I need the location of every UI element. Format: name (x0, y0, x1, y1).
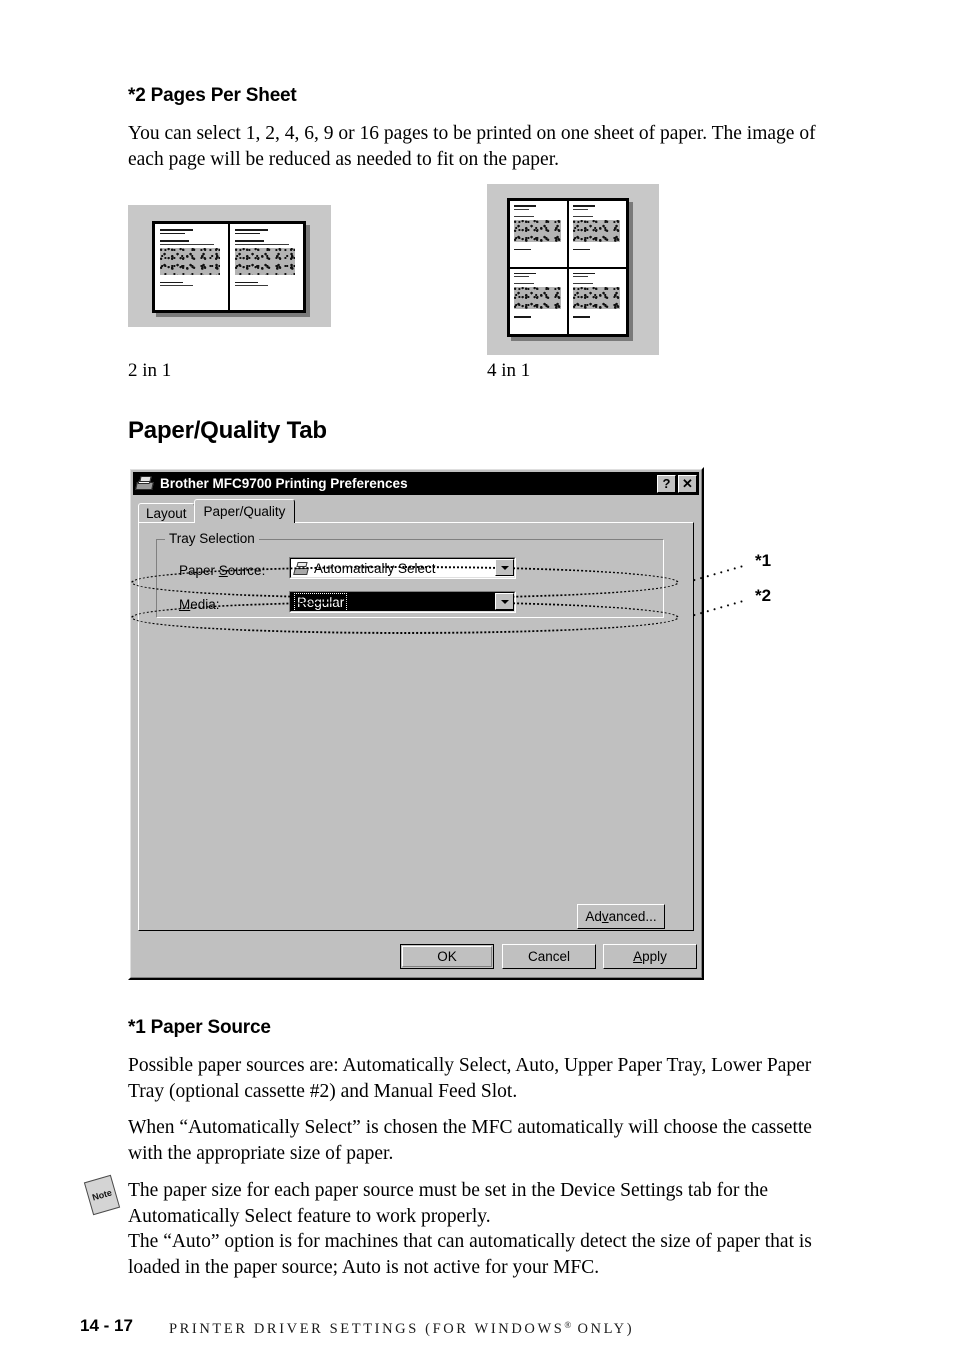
dialog-title: Brother MFC9700 Printing Preferences (160, 476, 408, 491)
preview-page (229, 223, 304, 311)
chevron-down-icon[interactable] (495, 559, 514, 576)
tab-layout[interactable]: Layout (138, 503, 195, 523)
callout-highlight-paper-source (131, 566, 679, 599)
advanced-button[interactable]: Advanced... (577, 904, 665, 929)
apply-button-label: Apply (633, 949, 667, 964)
cancel-button[interactable]: Cancel (502, 944, 596, 969)
callout-label-2: *2 (755, 586, 772, 605)
footer-running-head: PRINTER DRIVER SETTINGS (FOR WINDOWS® ON… (169, 1320, 634, 1338)
pages-per-sheet-heading: *2 Pages Per Sheet (128, 85, 297, 106)
preview-2-in-1 (128, 205, 331, 327)
preview-4-in-1 (487, 184, 659, 355)
apply-button[interactable]: Apply (603, 944, 697, 969)
callout-highlight-media (131, 601, 679, 634)
preview-4-in-1-caption: 4 in 1 (487, 360, 531, 381)
printer-icon (135, 476, 155, 491)
callout-label-1: *1 (755, 551, 772, 570)
chevron-down-icon[interactable] (495, 593, 514, 610)
footer-page-number: 14 - 17 (80, 1316, 133, 1335)
paper-source-heading: *1 Paper Source (128, 1017, 271, 1038)
ok-button[interactable]: OK (400, 944, 494, 969)
preview-page (154, 223, 229, 311)
footer-running-head-tail: ONLY) (571, 1321, 635, 1337)
advanced-button-label: Advanced... (585, 909, 657, 924)
footer-running-head-main: PRINTER DRIVER SETTINGS (FOR WINDOWS (169, 1321, 565, 1337)
tab-paper-quality[interactable]: Paper/Quality (193, 499, 296, 523)
pages-per-sheet-paragraph: You can select 1, 2, 4, 6, 9 or 16 pages… (128, 123, 816, 170)
paper-source-paragraph-2: When “Automatically Select” is chosen th… (128, 1117, 812, 1164)
dialog-tabstrip: Layout Paper/Quality (138, 499, 296, 523)
ok-button-label: OK (437, 949, 457, 964)
preview-2-in-1-caption: 2 in 1 (128, 360, 172, 381)
cancel-button-label: Cancel (527, 949, 571, 964)
note-icon: Note (83, 1174, 121, 1216)
preview-page (509, 267, 568, 335)
note-line-1: The paper size for each paper source mus… (128, 1180, 769, 1227)
preview-page (509, 200, 568, 268)
printing-preferences-dialog: Brother MFC9700 Printing Preferences ? ✕… (128, 467, 704, 980)
preview-page (568, 267, 627, 335)
note-line-2: The “Auto” option is for machines that c… (128, 1231, 812, 1278)
close-icon[interactable]: ✕ (678, 474, 697, 493)
dialog-title-bar[interactable]: Brother MFC9700 Printing Preferences ? ✕ (133, 472, 699, 495)
preview-page (568, 200, 627, 268)
tray-selection-legend: Tray Selection (165, 531, 259, 546)
paper-source-paragraph-1: Possible paper sources are: Automaticall… (128, 1055, 812, 1102)
help-button[interactable]: ? (657, 474, 676, 493)
paper-quality-tab-heading: Paper/Quality Tab (128, 417, 327, 444)
